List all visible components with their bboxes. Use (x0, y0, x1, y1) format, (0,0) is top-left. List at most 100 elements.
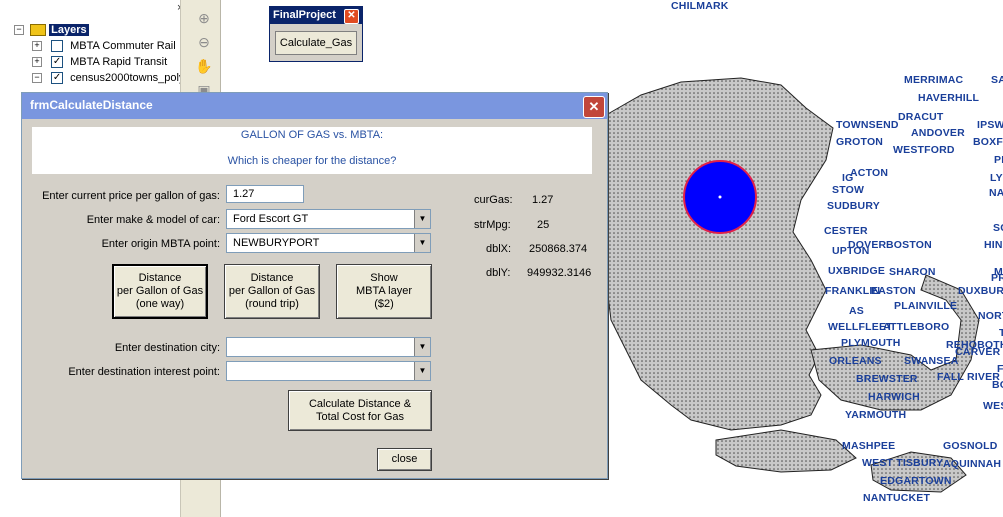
town-label: CARVER (955, 346, 1001, 358)
town-label: ANDOVER (911, 127, 965, 139)
town-label: NAHANT (989, 187, 1003, 199)
town-label: SCITUATE (993, 222, 1003, 234)
calculate-distance-cost-button[interactable]: Calculate Distance & Total Cost for Gas (288, 390, 432, 431)
town-label: BREWSTER (856, 373, 918, 385)
dbly-value: 949932.3146 (527, 267, 592, 279)
town-label: LYNN (990, 172, 1003, 184)
curgas-label: curGas: (474, 194, 513, 206)
town-label: SHARON (889, 266, 936, 278)
town-label: EASTON (871, 285, 916, 297)
town-label: NANTUCKET (863, 492, 931, 504)
strmpg-value: 25 (537, 219, 550, 231)
layer-row-rapid-transit[interactable]: + ✓ MBTA Rapid Transit (32, 54, 167, 70)
collapse-icon[interactable]: − (32, 73, 42, 84)
layer-row-commuter-rail[interactable]: + MBTA Commuter Rail (32, 38, 176, 54)
chevron-down-icon[interactable]: ▼ (414, 338, 430, 356)
layer-checkbox[interactable]: ✓ (51, 72, 64, 85)
town-label: IPSWICH (977, 119, 1003, 131)
town-label: FALL RIVER (937, 371, 1001, 383)
town-label: ORLEANS (829, 355, 882, 367)
banner-heading: GALLON OF GAS vs. MBTA: (240, 129, 384, 141)
town-label: PROVINCETOWN (991, 272, 1003, 284)
dest-city-label: Enter destination city: (114, 342, 220, 354)
town-label: NORTON (978, 310, 1003, 322)
car-label: Enter make & model of car: (86, 214, 220, 226)
show-mbta-layer-button[interactable]: Show MBTA layer ($2) (336, 264, 432, 319)
layer-row-census-towns[interactable]: − ✓ census2000towns_poly (32, 70, 184, 86)
town-label: GOSNOLD (943, 440, 998, 452)
town-label: HARWICH (868, 391, 920, 403)
expand-icon[interactable]: + (32, 41, 42, 52)
town-label: GROTON (836, 136, 884, 148)
town-label: SWANSEA (904, 355, 959, 367)
town-label: MASHPEE (842, 440, 896, 452)
gas-price-input[interactable]: 1.27 (226, 185, 304, 203)
town-label: TAUNTON (999, 327, 1003, 339)
banner-question: Which is cheaper for the distance? (227, 155, 397, 167)
town-label: CESTER (824, 225, 868, 237)
town-label: UPTON (832, 245, 870, 257)
dialog-title: frmCalculateDistance (30, 98, 153, 112)
town-label: PEABODY (994, 154, 1003, 166)
town-label: WESTFORD (893, 144, 955, 156)
layers-folder-icon (30, 24, 47, 37)
distance-one-way-button[interactable]: Distance per Gallon of Gas (one way) (112, 264, 208, 319)
layer-checkbox[interactable] (51, 40, 64, 53)
close-icon[interactable]: ✕ (344, 9, 359, 24)
dbly-label: dblY: (486, 267, 511, 279)
town-label: PLAINVILLE (894, 300, 958, 312)
dest-poi-select[interactable]: ▼ (226, 361, 431, 381)
town-label: HAVERHILL (918, 92, 980, 104)
zoom-out-icon[interactable]: ⊖ (194, 32, 214, 52)
chevron-down-icon[interactable]: ▼ (414, 234, 430, 252)
layer-checkbox[interactable]: ✓ (51, 56, 64, 69)
chevron-down-icon[interactable]: ▼ (414, 362, 430, 380)
collapse-icon[interactable]: − (14, 25, 24, 36)
town-label: DUXBURY (958, 285, 1003, 297)
massachusetts-mainland (605, 77, 834, 431)
close-button[interactable]: close (377, 448, 432, 471)
distance-round-trip-button[interactable]: Distance per Gallon of Gas (round trip) (224, 264, 320, 319)
town-label: STOW (832, 184, 865, 196)
layer-name: MBTA Commuter Rail (70, 40, 176, 52)
town-label: BOSTON (886, 239, 932, 251)
finalproject-toolbar: FinalProject ✕ Calculate_Gas (269, 6, 363, 62)
town-label: MERRIMAC (904, 74, 964, 86)
origin-label: Enter origin MBTA point: (101, 238, 220, 250)
town-label: BOXFORD (973, 136, 1003, 148)
town-label: PLYMOUTH (841, 337, 901, 349)
marthas-vineyard (715, 429, 857, 473)
price-label: Enter current price per gallon of gas: (42, 190, 220, 202)
town-label: SALISBURY (991, 74, 1003, 86)
curgas-value: 1.27 (532, 194, 554, 206)
dialog-titlebar[interactable]: frmCalculateDistance ✕ (22, 93, 607, 119)
town-label: HINGHAM (984, 239, 1003, 251)
expand-icon[interactable]: + (32, 57, 42, 68)
zoom-in-icon[interactable]: ⊕ (194, 8, 214, 28)
pan-hand-icon[interactable]: ✋ (194, 56, 214, 76)
chevron-down-icon[interactable]: ▼ (414, 210, 430, 228)
town-label: ACTON (850, 167, 889, 179)
town-label: IG (842, 172, 854, 184)
origin-mbta-select[interactable]: NEWBURYPORT ▼ (226, 233, 431, 253)
origin-mbta-value: NEWBURYPORT (233, 237, 320, 249)
town-label: AS (849, 305, 864, 317)
origin-point (718, 195, 722, 199)
layers-root[interactable]: − Layers (14, 22, 89, 38)
close-icon[interactable]: ✕ (583, 96, 605, 118)
dest-city-select[interactable]: ▼ (226, 337, 431, 357)
layer-name: MBTA Rapid Transit (70, 56, 168, 68)
dblx-value: 250868.374 (529, 243, 588, 255)
town-label: CHILMARK (671, 0, 729, 12)
toolbar-title: FinalProject ✕ (270, 7, 362, 24)
town-label: UXBRIDGE (828, 265, 886, 277)
town-label: TOWNSEND (836, 119, 899, 131)
layer-name: census2000towns_poly (70, 72, 185, 84)
town-label: DRACUT (898, 111, 944, 123)
calculate-gas-button[interactable]: Calculate_Gas (275, 31, 357, 55)
calculate-distance-dialog: frmCalculateDistance ✕ GALLON OF GAS vs.… (21, 92, 608, 479)
town-label: ATTLEBORO (883, 321, 950, 333)
car-model-select[interactable]: Ford Escort GT ▼ (226, 209, 431, 229)
dest-poi-label: Enter destination interest point: (68, 366, 220, 378)
town-label: SUDBURY (827, 200, 880, 212)
